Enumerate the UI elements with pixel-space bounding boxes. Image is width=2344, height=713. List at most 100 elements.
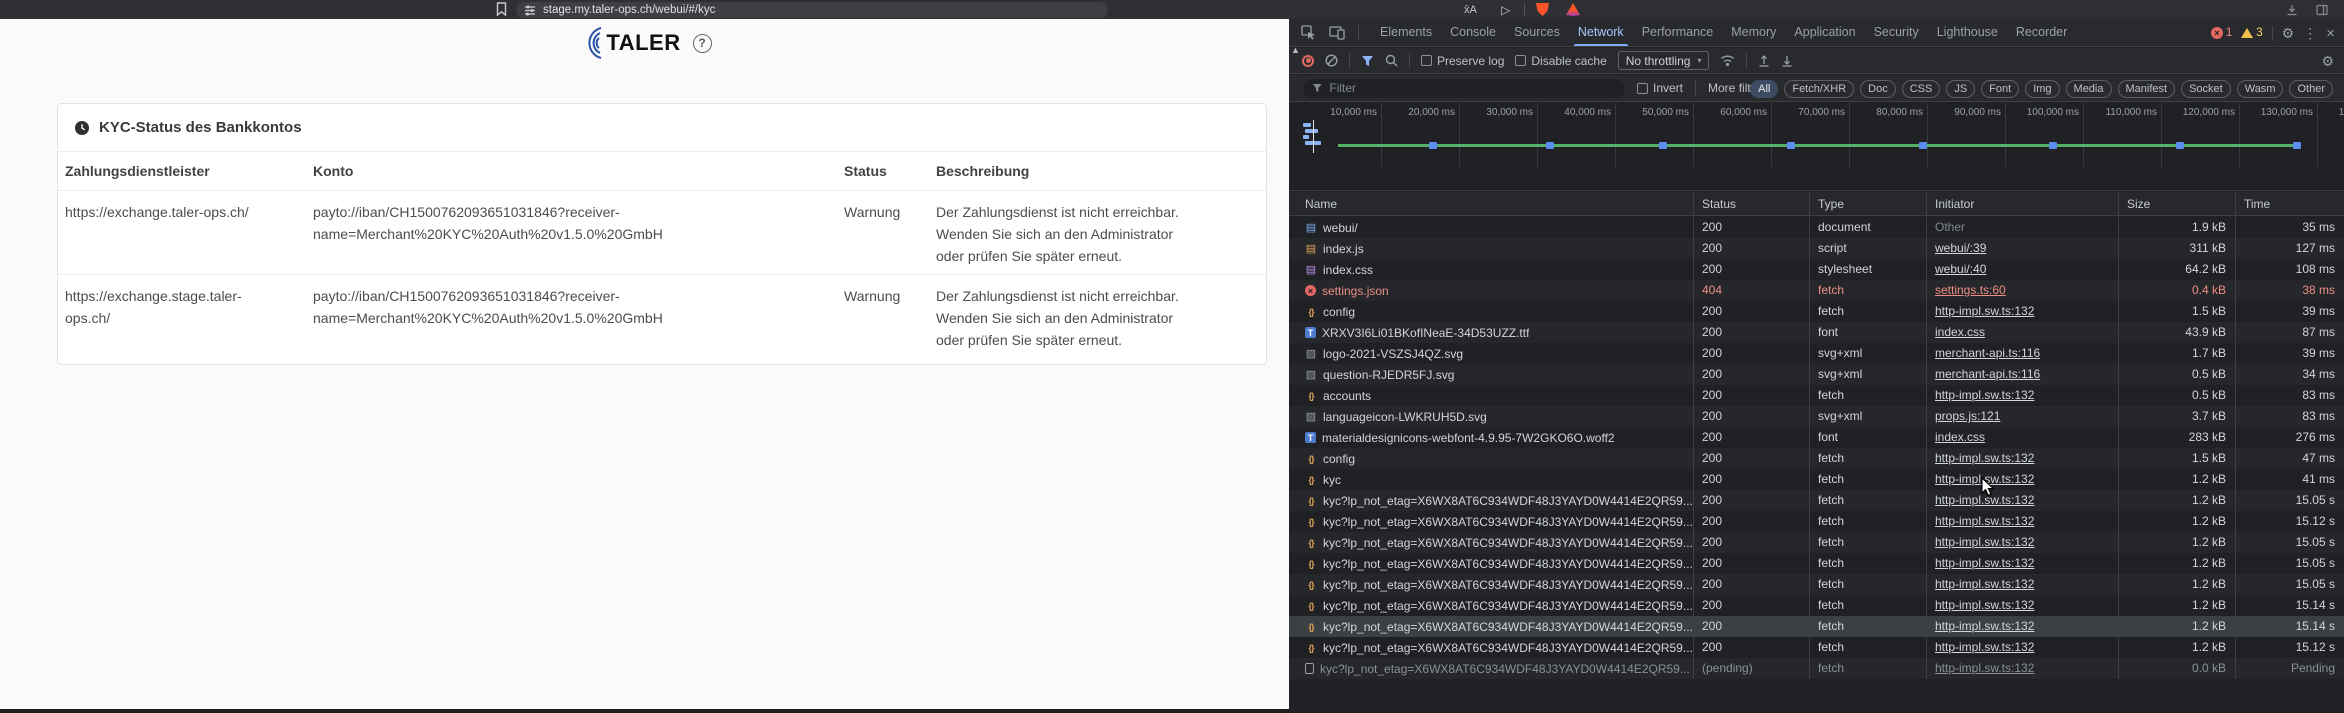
brave-logo-icon[interactable] bbox=[1566, 3, 1580, 16]
inspect-element-icon[interactable] bbox=[1301, 25, 1316, 40]
filter-chip-img[interactable]: Img bbox=[2025, 79, 2060, 98]
column-header-name[interactable]: Name bbox=[1289, 192, 1693, 215]
request-initiator[interactable]: index.css bbox=[1935, 430, 1985, 444]
devtools-tab-console[interactable]: Console bbox=[1441, 19, 1505, 46]
device-toolbar-icon[interactable] bbox=[1329, 25, 1345, 40]
request-initiator[interactable]: http-impl.sw.ts:132 bbox=[1935, 619, 2034, 633]
column-header-status[interactable]: Status bbox=[1693, 192, 1809, 215]
request-initiator[interactable]: http-impl.sw.ts:132 bbox=[1935, 304, 2034, 318]
network-request-row[interactable]: kyc?lp_not_etag=X6WX8AT6C934WDF48J3YAYD0… bbox=[1289, 616, 2344, 637]
request-initiator[interactable]: settings.ts:60 bbox=[1935, 283, 2006, 297]
network-request-row[interactable]: webui/200document Other 1.9 kB35 ms bbox=[1289, 217, 2344, 238]
devtools-tab-application[interactable]: Application bbox=[1785, 19, 1864, 46]
scrollbar-up-arrow[interactable]: ▲ bbox=[1291, 45, 1300, 55]
network-request-row[interactable]: kyc200fetchhttp-impl.sw.ts:1321.2 kB41 m… bbox=[1289, 469, 2344, 490]
devtools-tab-elements[interactable]: Elements bbox=[1371, 19, 1441, 46]
network-request-row[interactable]: settings.json 404fetch settings.ts:60 0.4 k… bbox=[1289, 280, 2344, 301]
network-request-row[interactable]: index.css 200stylesheet webui/:40 64.2 kB10… bbox=[1289, 259, 2344, 280]
devtools-tab-memory[interactable]: Memory bbox=[1722, 19, 1785, 46]
request-initiator[interactable]: http-impl.sw.ts:132 bbox=[1935, 598, 2034, 612]
filter-icon[interactable] bbox=[1361, 55, 1374, 67]
column-header-size[interactable]: Size bbox=[2118, 192, 2235, 215]
network-request-row[interactable]: materialdesignicons-webfont-4.9.95-7W2GK… bbox=[1289, 427, 2344, 448]
devtools-close-icon[interactable]: × bbox=[2326, 26, 2335, 41]
network-request-row[interactable]: kyc?lp_not_etag=X6WX8AT6C934WDF48J3YAYD0… bbox=[1289, 574, 2344, 595]
request-initiator[interactable]: http-impl.sw.ts:132 bbox=[1935, 451, 2034, 465]
network-overview-timeline[interactable]: 10,000 ms 20,000 ms 30,000 ms 40,000 ms 50,0… bbox=[1289, 103, 2344, 191]
network-request-row[interactable]: config 200fetch http-impl.sw.ts:132 1.5 kB3… bbox=[1289, 301, 2344, 322]
devtools-tab-network[interactable]: Network bbox=[1569, 19, 1633, 46]
network-request-row[interactable]: kyc?lp_not_etag=X6WX8AT6C934WDF48J3YAYD0… bbox=[1289, 511, 2344, 532]
network-request-row[interactable]: kyc?lp_not_etag=X6WX8AT6C934WDF48J3YAYD0… bbox=[1289, 532, 2344, 553]
devtools-tab-lighthouse[interactable]: Lighthouse bbox=[1928, 19, 2007, 46]
filter-chip-other[interactable]: Other bbox=[2289, 79, 2333, 98]
clear-network-log-icon[interactable] bbox=[1325, 54, 1338, 67]
search-icon[interactable] bbox=[1385, 54, 1398, 67]
import-har-icon[interactable] bbox=[1758, 54, 1770, 67]
network-request-row[interactable]: kyc?lp_not_etag=X6WX8AT6C934WDF48J3YAYD0… bbox=[1289, 595, 2344, 616]
filter-chip-fetch-xhr[interactable]: Fetch/XHR bbox=[1784, 79, 1855, 98]
devtools-tab-recorder[interactable]: Recorder bbox=[2007, 19, 2076, 46]
filter-chip-manifest[interactable]: Manifest bbox=[2117, 79, 2176, 98]
filter-chip-media[interactable]: Media bbox=[2065, 79, 2112, 98]
request-initiator[interactable]: webui/:39 bbox=[1935, 241, 1986, 255]
reader-mode-icon[interactable]: ▷ bbox=[1501, 0, 1510, 19]
filter-chip-doc[interactable]: Doc bbox=[1860, 79, 1896, 98]
request-initiator[interactable]: http-impl.sw.ts:132 bbox=[1935, 661, 2034, 675]
devtools-tab-sources[interactable]: Sources bbox=[1505, 19, 1569, 46]
brave-shield-icon[interactable] bbox=[1536, 3, 1549, 16]
network-request-row[interactable]: logo-2021-VSZSJ4QZ.svg 200svg+xml merchant… bbox=[1289, 343, 2344, 364]
request-initiator[interactable]: webui/:40 bbox=[1935, 262, 1986, 276]
devtools-settings-icon[interactable]: ⚙ bbox=[2282, 26, 2295, 40]
url-bar[interactable]: stage.my.taler-ops.ch/webui/#/kyc bbox=[516, 1, 1108, 18]
network-request-row[interactable]: kyc?lp_not_etag=X6WX8AT6C934WDF48J3YAYD0… bbox=[1289, 553, 2344, 574]
export-har-icon[interactable] bbox=[1781, 54, 1793, 67]
network-request-row[interactable]: kyc?lp_not_etag=X6WX8AT6C934WDF48J3YAYD0… bbox=[1289, 658, 2344, 679]
filter-chip-js[interactable]: JS bbox=[1946, 79, 1976, 98]
site-info-icon[interactable] bbox=[524, 4, 536, 16]
throttling-select[interactable]: No throttling ▾ bbox=[1617, 51, 1710, 70]
network-request-row[interactable]: languageicon-LWKRUH5D.svg 200svg+xml props… bbox=[1289, 406, 2344, 427]
record-network-log-icon[interactable] bbox=[1302, 54, 1314, 67]
column-header-initiator[interactable]: Initiator bbox=[1926, 192, 2118, 215]
network-request-row[interactable]: kyc?lp_not_etag=X6WX8AT6C934WDF48J3YAYD0… bbox=[1289, 637, 2344, 658]
request-initiator[interactable]: props.js:121 bbox=[1935, 409, 2000, 423]
error-count-badge[interactable]: × 1 bbox=[2210, 27, 2232, 39]
warning-count-badge[interactable]: 3 bbox=[2241, 27, 2263, 39]
preserve-log-checkbox[interactable]: Preserve log bbox=[1421, 54, 1504, 68]
request-initiator[interactable]: http-impl.sw.ts:132 bbox=[1935, 556, 2034, 570]
network-request-row[interactable]: config 200fetch http-impl.sw.ts:132 1.5 kB4… bbox=[1289, 448, 2344, 469]
bookmark-icon[interactable] bbox=[496, 2, 507, 16]
filter-chip-wasm[interactable]: Wasm bbox=[2236, 79, 2284, 98]
network-conditions-icon[interactable] bbox=[1720, 54, 1735, 67]
request-initiator[interactable]: http-impl.sw.ts:132 bbox=[1935, 388, 2034, 402]
request-initiator[interactable]: http-impl.sw.ts:132 bbox=[1935, 640, 2034, 654]
filter-chip-css[interactable]: CSS bbox=[1901, 79, 1941, 98]
request-initiator[interactable]: merchant-api.ts:116 bbox=[1935, 346, 2040, 360]
request-initiator[interactable]: merchant-api.ts:116 bbox=[1935, 367, 2040, 381]
invert-checkbox[interactable]: Invert bbox=[1637, 81, 1683, 95]
help-icon[interactable]: ? bbox=[692, 33, 712, 53]
devtools-tab-security[interactable]: Security bbox=[1865, 19, 1928, 46]
network-request-row[interactable]: accounts 200fetch http-impl.sw.ts:132 0.5 k… bbox=[1289, 385, 2344, 406]
translate-icon[interactable]: x̄A bbox=[1464, 0, 1477, 19]
network-request-row[interactable]: XRXV3I6Li01BKofINeaE-34D53UZZ.ttf 200font… bbox=[1289, 322, 2344, 343]
disable-cache-checkbox[interactable]: Disable cache bbox=[1515, 54, 1607, 68]
filter-chip-font[interactable]: Font bbox=[1981, 79, 2020, 98]
filter-chip-all[interactable]: All bbox=[1750, 79, 1779, 98]
filter-input[interactable] bbox=[1329, 81, 1616, 95]
request-initiator[interactable]: http-impl.sw.ts:132 bbox=[1935, 535, 2034, 549]
network-request-row[interactable]: index.js 200script webui/:39 311 kB127 ms bbox=[1289, 238, 2344, 259]
download-icon[interactable] bbox=[2286, 0, 2298, 19]
request-initiator[interactable]: http-impl.sw.ts:132 bbox=[1935, 577, 2034, 591]
request-initiator[interactable]: index.css bbox=[1935, 325, 1985, 339]
browser-menu-icon[interactable] bbox=[2316, 0, 2328, 19]
column-header-type[interactable]: Type bbox=[1809, 192, 1926, 215]
devtools-tab-performance[interactable]: Performance bbox=[1633, 19, 1723, 46]
filter-chip-socket[interactable]: Socket bbox=[2181, 79, 2231, 98]
network-request-row[interactable]: question-RJEDR5FJ.svg 200svg+xml merchant-… bbox=[1289, 364, 2344, 385]
request-initiator[interactable]: http-impl.sw.ts:132 bbox=[1935, 514, 2034, 528]
column-header-time[interactable]: Time bbox=[2235, 192, 2344, 215]
network-request-row[interactable]: kyc?lp_not_etag=X6WX8AT6C934WDF48J3YAYD0… bbox=[1289, 490, 2344, 511]
devtools-more-menu-icon[interactable]: ⋮ bbox=[2303, 26, 2317, 40]
